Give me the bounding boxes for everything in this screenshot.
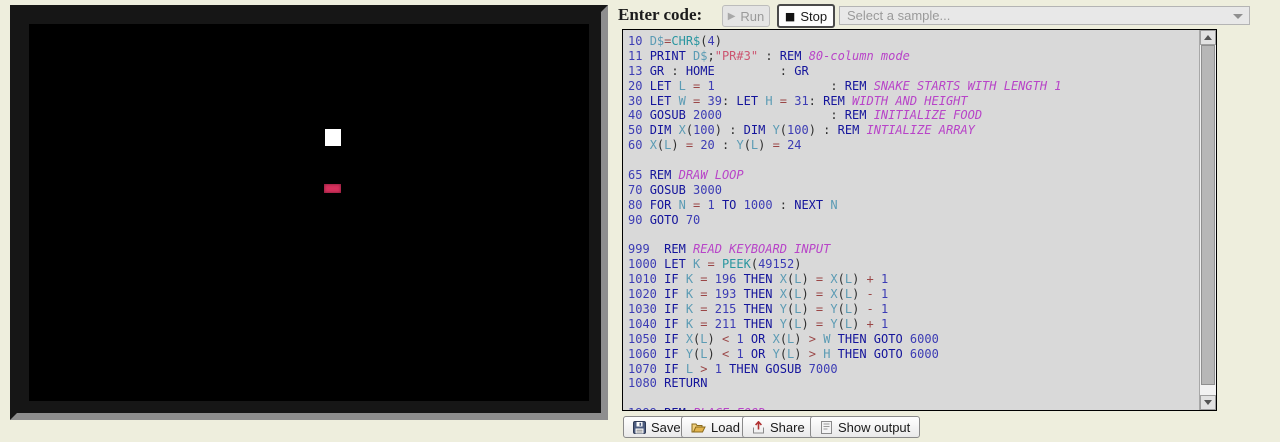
code-line: 1040 IF K = 211 THEN Y(L) = Y(L) + 1 bbox=[628, 317, 1199, 332]
editor-scrollbar[interactable] bbox=[1199, 30, 1216, 410]
code-line: 13 GR : HOME : GR bbox=[628, 64, 1199, 79]
floppy-icon bbox=[633, 421, 646, 434]
stop-icon: ■ bbox=[785, 10, 795, 23]
code-line: 1999 REM PLACE FOOD bbox=[628, 406, 1199, 410]
code-line: 50 DIM X(100) : DIM Y(100) : REM INTIALI… bbox=[628, 123, 1199, 138]
code-line: 1060 IF Y(L) < 1 OR Y(L) > H THEN GOTO 6… bbox=[628, 347, 1199, 362]
code-line: 1050 IF X(L) < 1 OR X(L) > W THEN GOTO 6… bbox=[628, 332, 1199, 347]
code-line: 1080 RETURN bbox=[628, 376, 1199, 391]
code-line: 20 LET L = 1 : REM SNAKE STARTS WITH LEN… bbox=[628, 79, 1199, 94]
stop-button[interactable]: ■ Stop bbox=[777, 4, 835, 28]
show-output-button[interactable]: Show output bbox=[810, 416, 920, 438]
code-line: 1070 IF L > 1 THEN GOSUB 7000 bbox=[628, 362, 1199, 377]
save-button-label: Save bbox=[651, 420, 681, 435]
code-line: 65 REM DRAW LOOP bbox=[628, 168, 1199, 183]
code-line: 60 X(L) = 20 : Y(L) = 24 bbox=[628, 138, 1199, 153]
code-line: 80 FOR N = 1 TO 1000 : NEXT N bbox=[628, 198, 1199, 213]
code-line: 1000 LET K = PEEK(49152) bbox=[628, 257, 1199, 272]
code-line: 90 GOTO 70 bbox=[628, 213, 1199, 228]
code-line: 1020 IF K = 193 THEN X(L) = X(L) - 1 bbox=[628, 287, 1199, 302]
scroll-up-button[interactable] bbox=[1200, 30, 1216, 45]
play-icon: ▶ bbox=[728, 11, 736, 22]
show-output-button-label: Show output bbox=[838, 420, 910, 435]
scrollbar-thumb[interactable] bbox=[1201, 45, 1215, 385]
code-line bbox=[628, 228, 1199, 243]
code-panel: Enter code: ▶ Run ■ Stop Select a sample… bbox=[616, 0, 1280, 442]
scroll-down-button[interactable] bbox=[1200, 395, 1216, 410]
enter-code-label: Enter code: bbox=[618, 5, 702, 25]
run-button[interactable]: ▶ Run bbox=[722, 5, 770, 27]
share-icon bbox=[752, 421, 765, 434]
triangle-up-icon bbox=[1204, 35, 1212, 40]
share-button[interactable]: Share bbox=[742, 416, 815, 438]
food-block bbox=[324, 184, 341, 193]
code-line: 40 GOSUB 2000 : REM INITIALIZE FOOD bbox=[628, 108, 1199, 123]
output-window-icon bbox=[820, 421, 833, 434]
code-line: 70 GOSUB 3000 bbox=[628, 183, 1199, 198]
emulator-monitor bbox=[10, 5, 608, 420]
chevron-down-icon bbox=[1233, 14, 1243, 19]
code-line: 10 D$=CHR$(4) bbox=[628, 34, 1199, 49]
folder-icon bbox=[691, 421, 706, 434]
triangle-down-icon bbox=[1204, 400, 1212, 405]
sample-select-value: Select a sample... bbox=[847, 8, 950, 23]
code-line: 11 PRINT D$;"PR#3" : REM 80-column mode bbox=[628, 49, 1199, 64]
code-line: 30 LET W = 39: LET H = 31: REM WIDTH AND… bbox=[628, 94, 1199, 109]
snake-block bbox=[325, 129, 341, 146]
load-button[interactable]: Load bbox=[681, 416, 750, 438]
code-line bbox=[628, 153, 1199, 168]
code-lines[interactable]: 10 D$=CHR$(4)11 PRINT D$;"PR#3" : REM 80… bbox=[623, 30, 1199, 410]
code-line: 1030 IF K = 215 THEN Y(L) = Y(L) - 1 bbox=[628, 302, 1199, 317]
topbar: Enter code: ▶ Run ■ Stop Select a sample… bbox=[616, 0, 1280, 29]
code-editor[interactable]: 10 D$=CHR$(4)11 PRINT D$;"PR#3" : REM 80… bbox=[622, 29, 1217, 411]
code-line: 999 REM READ KEYBOARD INPUT bbox=[628, 242, 1199, 257]
share-button-label: Share bbox=[770, 420, 805, 435]
code-line bbox=[628, 391, 1199, 406]
sample-select[interactable]: Select a sample... bbox=[839, 6, 1250, 25]
load-button-label: Load bbox=[711, 420, 740, 435]
run-button-label: Run bbox=[740, 9, 764, 24]
code-line: 1010 IF K = 196 THEN X(L) = X(L) + 1 bbox=[628, 272, 1199, 287]
page: { "topbar": { "label": "Enter code:", "r… bbox=[0, 0, 1280, 442]
emulator-screen[interactable] bbox=[17, 12, 601, 413]
stop-button-label: Stop bbox=[800, 9, 827, 24]
